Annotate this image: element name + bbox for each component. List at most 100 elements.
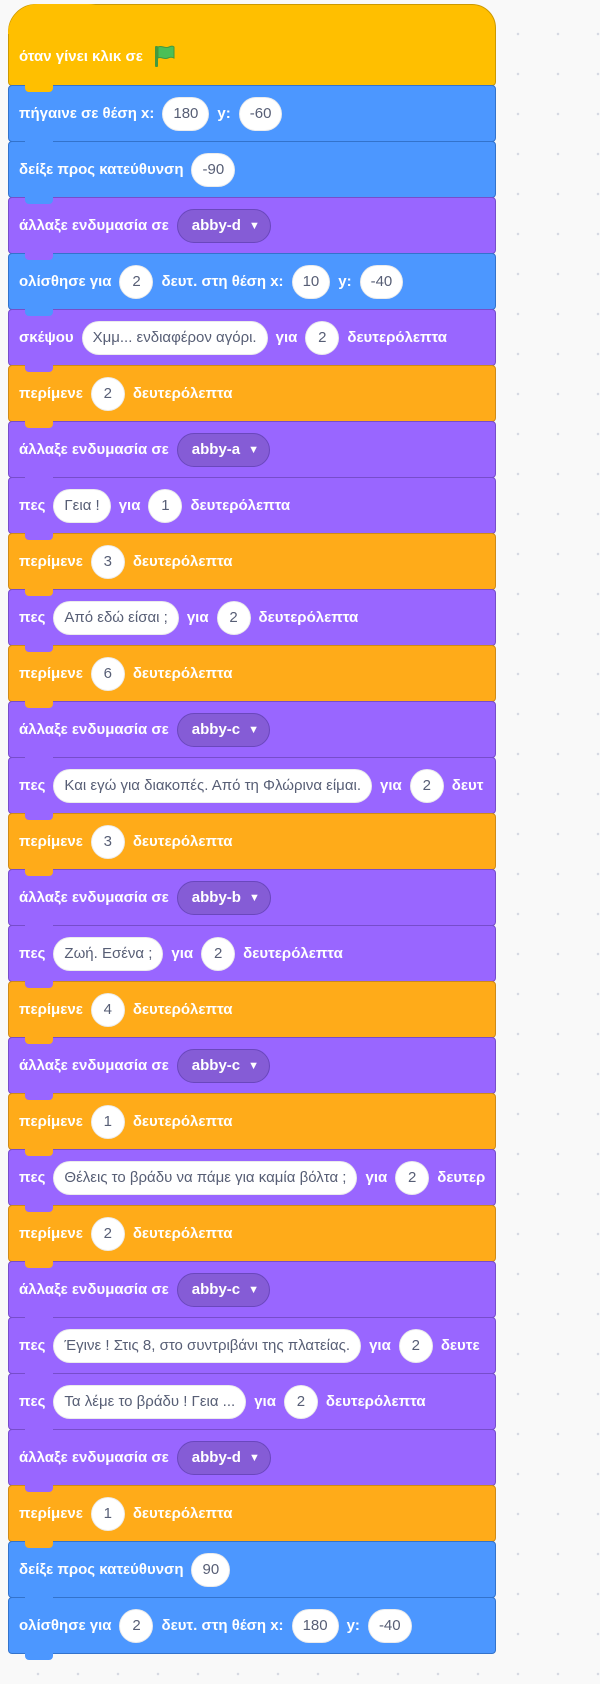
- block-input-field[interactable]: Τα λέμε το βράδυ ! Γεια ...: [53, 1384, 247, 1419]
- looks-block[interactable]: άλλαξε ενδυμασία σε abby-a ▼: [8, 421, 497, 484]
- block-label: δευτερόλεπτα: [243, 945, 343, 962]
- script-blocks: πήγαινε σε θέση x: 180 y: -60 δείξε προς κατ…: [8, 85, 497, 1660]
- block-input-field[interactable]: Ζωή. Εσένα ;: [53, 936, 164, 971]
- costume-dropdown[interactable]: abby-c ▼: [176, 1048, 271, 1083]
- block-input-field[interactable]: 3: [90, 824, 125, 859]
- block-input-field[interactable]: -40: [367, 1608, 412, 1643]
- block-label: δευτερόλεπτα: [325, 1393, 426, 1410]
- block-label: για: [275, 329, 298, 346]
- looks-block[interactable]: πες Ζωή. Εσένα ; για 2 δευτερόλεπτα: [8, 925, 497, 988]
- block-input-field[interactable]: Έγινε ! Στις 8, στο συντριβάνι της πλατε…: [53, 1328, 362, 1363]
- block-label: πες: [19, 609, 46, 626]
- motion-block[interactable]: δείξε προς κατεύθυνση 90: [8, 1541, 497, 1604]
- looks-block[interactable]: πες Έγινε ! Στις 8, στο συντριβάνι της πλ…: [8, 1317, 497, 1380]
- control-block[interactable]: περίμενε 3 δευτερόλεπτα: [8, 813, 497, 876]
- control-block[interactable]: περίμενε 2 δευτερόλεπτα: [8, 365, 497, 428]
- block-input-field[interactable]: Και εγώ για διακοπές. Από τη Φλώρινα είμ…: [53, 768, 373, 803]
- motion-block[interactable]: δείξε προς κατεύθυνση -90: [8, 141, 497, 204]
- block-input-field[interactable]: 6: [90, 656, 125, 691]
- looks-block[interactable]: πες Θέλεις το βράδυ να πάμε για καμία βόλ…: [8, 1149, 497, 1212]
- block-label: δευτερόλεπτα: [132, 553, 233, 570]
- block-input-field[interactable]: 2: [409, 768, 444, 803]
- dropdown-caret-icon: ▼: [248, 1059, 260, 1072]
- block-label: δευτερόλεπτα: [132, 1225, 233, 1242]
- block-label: άλλαξε ενδυμασία σε: [19, 441, 169, 458]
- dropdown-caret-icon: ▼: [248, 1451, 260, 1464]
- block-label: περίμενε: [19, 553, 83, 570]
- block-label: πες: [19, 1393, 46, 1410]
- block-input-field[interactable]: Από εδώ είσαι ;: [53, 600, 179, 635]
- block-input-field[interactable]: 1: [148, 488, 183, 523]
- control-block[interactable]: περίμενε 6 δευτερόλεπτα: [8, 645, 497, 708]
- costume-dropdown[interactable]: abby-d ▼: [176, 1440, 271, 1475]
- block-label: πες: [19, 777, 46, 794]
- block-input-field[interactable]: 2: [90, 376, 125, 411]
- looks-block[interactable]: άλλαξε ενδυμασία σε abby-d ▼: [8, 1429, 497, 1492]
- block-label: y:: [338, 273, 352, 290]
- dropdown-caret-icon: ▼: [248, 1283, 260, 1296]
- looks-block[interactable]: άλλαξε ενδυμασία σε abby-c ▼: [8, 1261, 497, 1324]
- block-input-field[interactable]: 180: [291, 1608, 339, 1643]
- block-input-field[interactable]: 2: [216, 600, 251, 635]
- block-input-field[interactable]: -90: [191, 152, 236, 187]
- motion-block[interactable]: ολίσθησε για 2 δευτ. στη θέση x: 180 y: -40: [8, 1597, 497, 1660]
- block-label: δευτερόλεπτα: [258, 609, 359, 626]
- motion-block[interactable]: ολίσθησε για 2 δευτ. στη θέση x: 10 y: -40: [8, 253, 497, 316]
- block-input-field[interactable]: 4: [90, 992, 125, 1027]
- when-flag-clicked-block[interactable]: όταν γίνει κλικ σε: [8, 4, 497, 92]
- looks-block[interactable]: σκέψου Χμμ... ενδιαφέρον αγόρι. για 2 δευτερ…: [8, 309, 497, 372]
- block-input-field[interactable]: Θέλεις το βράδυ να πάμε για καμία βόλτα …: [53, 1160, 358, 1195]
- block-input-field[interactable]: 2: [398, 1328, 433, 1363]
- looks-block[interactable]: άλλαξε ενδυμασία σε abby-b ▼: [8, 869, 497, 932]
- block-input-field[interactable]: -40: [359, 264, 404, 299]
- block-label: δευτερόλεπτα: [132, 665, 233, 682]
- block-label: περίμενε: [19, 1113, 83, 1130]
- control-block[interactable]: περίμενε 2 δευτερόλεπτα: [8, 1205, 497, 1268]
- block-input-field[interactable]: Γεια !: [53, 488, 111, 523]
- control-block[interactable]: περίμενε 3 δευτερόλεπτα: [8, 533, 497, 596]
- block-input-field[interactable]: 1: [90, 1104, 125, 1139]
- block-label: πες: [19, 1169, 46, 1186]
- block-label: y:: [217, 105, 231, 122]
- looks-block[interactable]: πες Τα λέμε το βράδυ ! Γεια ... για 2 δευτερ…: [8, 1373, 497, 1436]
- block-input-field[interactable]: 1: [90, 1496, 125, 1531]
- block-input-field[interactable]: 10: [291, 264, 331, 299]
- block-input-field[interactable]: 2: [90, 1216, 125, 1251]
- control-block[interactable]: περίμενε 4 δευτερόλεπτα: [8, 981, 497, 1044]
- block-label: πες: [19, 1337, 46, 1354]
- costume-dropdown[interactable]: abby-d ▼: [176, 208, 271, 243]
- looks-block[interactable]: πες Γεια ! για 1 δευτερόλεπτα: [8, 477, 497, 540]
- motion-block[interactable]: πήγαινε σε θέση x: 180 y: -60: [8, 85, 497, 148]
- block-input-field[interactable]: 2: [119, 264, 154, 299]
- control-block[interactable]: περίμενε 1 δευτερόλεπτα: [8, 1093, 497, 1156]
- block-label: δευτερόλεπτα: [132, 1505, 233, 1522]
- block-label: δευτε: [440, 1337, 480, 1354]
- block-input-field[interactable]: 2: [283, 1384, 318, 1419]
- looks-block[interactable]: πες Από εδώ είσαι ; για 2 δευτερόλεπτα: [8, 589, 497, 652]
- block-input-field[interactable]: 90: [191, 1552, 231, 1587]
- block-input-field[interactable]: 2: [201, 936, 236, 971]
- block-input-field[interactable]: 2: [395, 1160, 430, 1195]
- block-input-field[interactable]: -60: [238, 96, 283, 131]
- control-block[interactable]: περίμενε 1 δευτερόλεπτα: [8, 1485, 497, 1548]
- looks-block[interactable]: άλλαξε ενδυμασία σε abby-c ▼: [8, 701, 497, 764]
- block-input-field[interactable]: Χμμ... ενδιαφέρον αγόρι.: [81, 320, 268, 355]
- script-stack[interactable]: όταν γίνει κλικ σε πήγαινε σε θέση x: 180…: [8, 4, 497, 1660]
- block-label: δευτερ: [437, 1169, 486, 1186]
- block-label: δευτερόλεπτα: [132, 385, 233, 402]
- costume-dropdown[interactable]: abby-c ▼: [176, 1272, 271, 1307]
- looks-block[interactable]: πες Και εγώ για διακοπές. Από τη Φλώρινα …: [8, 757, 497, 820]
- costume-dropdown[interactable]: abby-b ▼: [176, 880, 271, 915]
- looks-block[interactable]: άλλαξε ενδυμασία σε abby-c ▼: [8, 1037, 497, 1100]
- block-label: πες: [19, 945, 46, 962]
- costume-dropdown-value: abby-d: [191, 1449, 241, 1466]
- block-input-field[interactable]: 180: [162, 96, 210, 131]
- block-label: δευτ. στη θέση x:: [161, 1617, 284, 1634]
- costume-dropdown-value: abby-b: [191, 889, 241, 906]
- block-input-field[interactable]: 2: [119, 1608, 154, 1643]
- costume-dropdown[interactable]: abby-c ▼: [176, 712, 271, 747]
- block-input-field[interactable]: 3: [90, 544, 125, 579]
- block-input-field[interactable]: 2: [305, 320, 340, 355]
- costume-dropdown[interactable]: abby-a ▼: [176, 432, 271, 467]
- looks-block[interactable]: άλλαξε ενδυμασία σε abby-d ▼: [8, 197, 497, 260]
